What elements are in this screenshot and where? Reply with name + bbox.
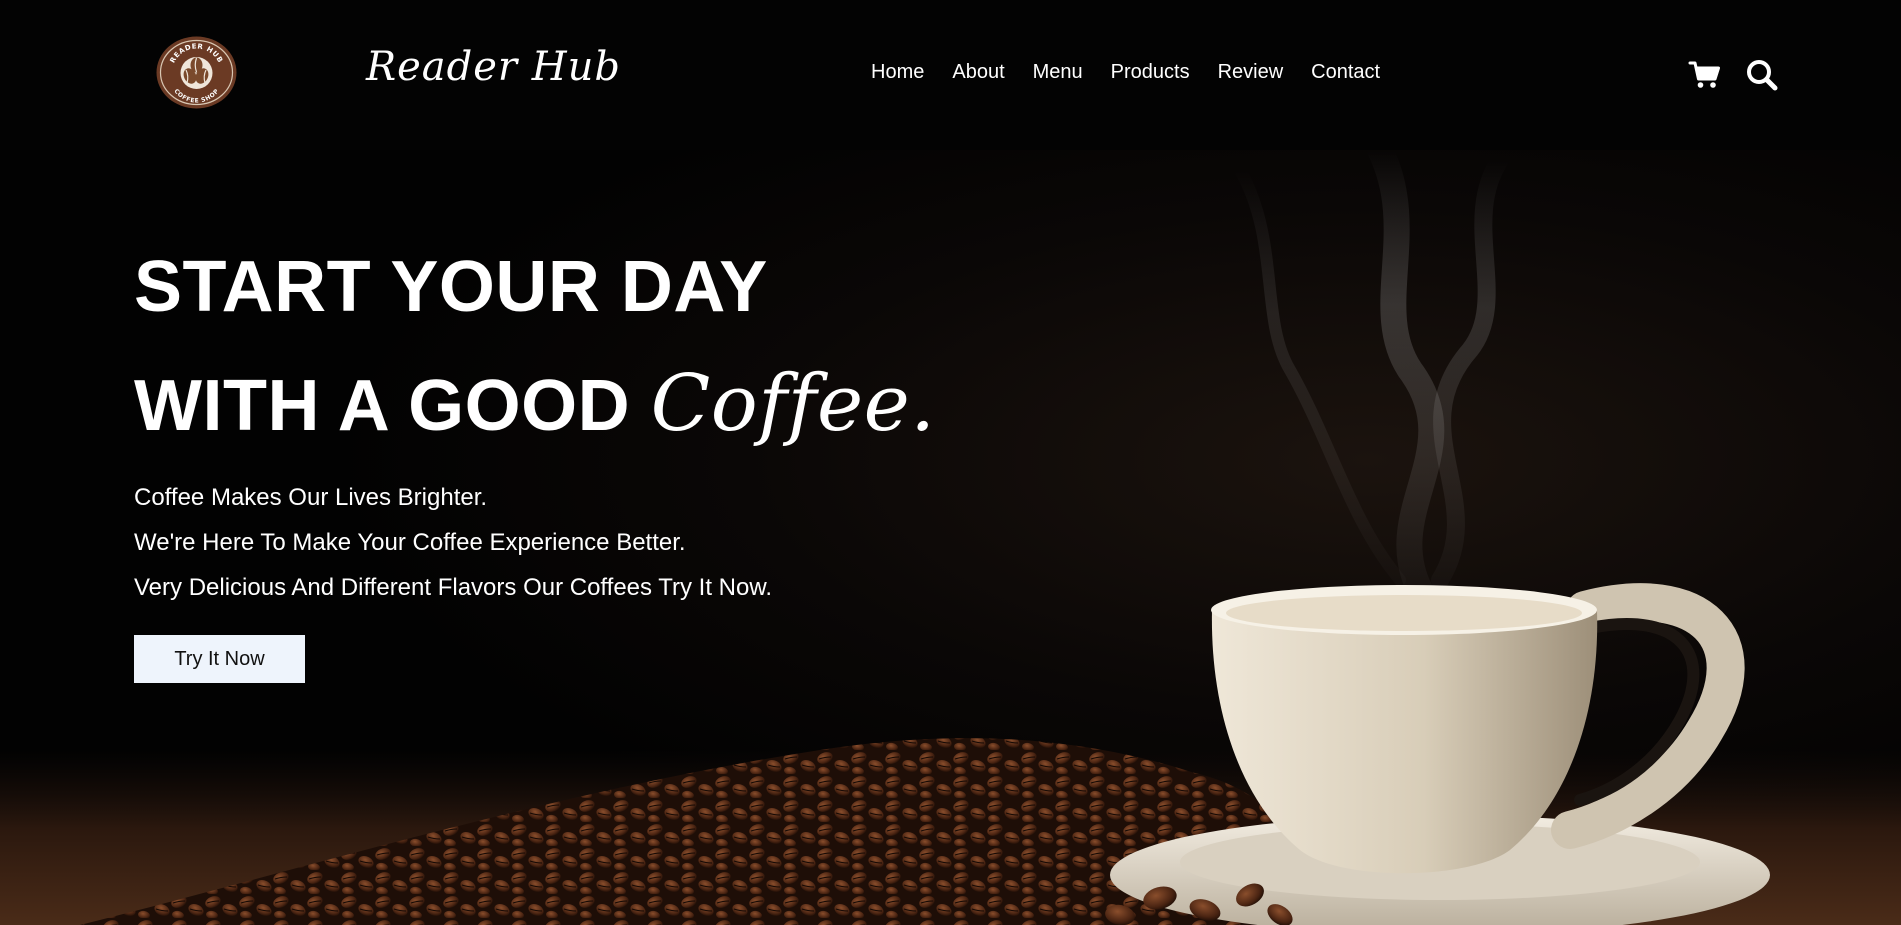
search-icon[interactable] [1745, 58, 1779, 92]
nav-contact[interactable]: Contact [1311, 61, 1380, 84]
site-header: READER HUB COFFEE SHOP Reader Hub Home A… [0, 0, 1901, 150]
hero-tagline: Coffee Makes Our Lives Brighter. [134, 484, 488, 511]
hero-headline-line1: START YOUR DAY [134, 247, 768, 327]
coffee-shop-logo[interactable]: READER HUB COFFEE SHOP [156, 36, 237, 109]
nav-home[interactable]: Home [871, 61, 924, 84]
nav-products[interactable]: Products [1111, 61, 1190, 84]
cart-icon[interactable] [1688, 58, 1722, 92]
hero-headline-prefix: WITH A GOOD [134, 366, 651, 446]
landing-page: READER HUB COFFEE SHOP Reader Hub Home A… [0, 0, 1901, 925]
nav-menu[interactable]: Menu [1033, 61, 1083, 84]
hero-headline-line2: WITH A GOOD Coffee. [134, 365, 936, 443]
hero-tagline: Very Delicious And Different Flavors Our… [134, 574, 773, 601]
main-nav: Home About Menu Products Review Contact [871, 61, 1408, 84]
try-it-now-button[interactable]: Try It Now [134, 635, 305, 683]
hero-tagline: We're Here To Make Your Coffee Experienc… [134, 529, 686, 556]
nav-review[interactable]: Review [1218, 61, 1284, 84]
hero-headline-accent: Coffee. [650, 359, 936, 449]
nav-about[interactable]: About [952, 61, 1004, 84]
brand-name[interactable]: Reader Hub [366, 44, 621, 90]
